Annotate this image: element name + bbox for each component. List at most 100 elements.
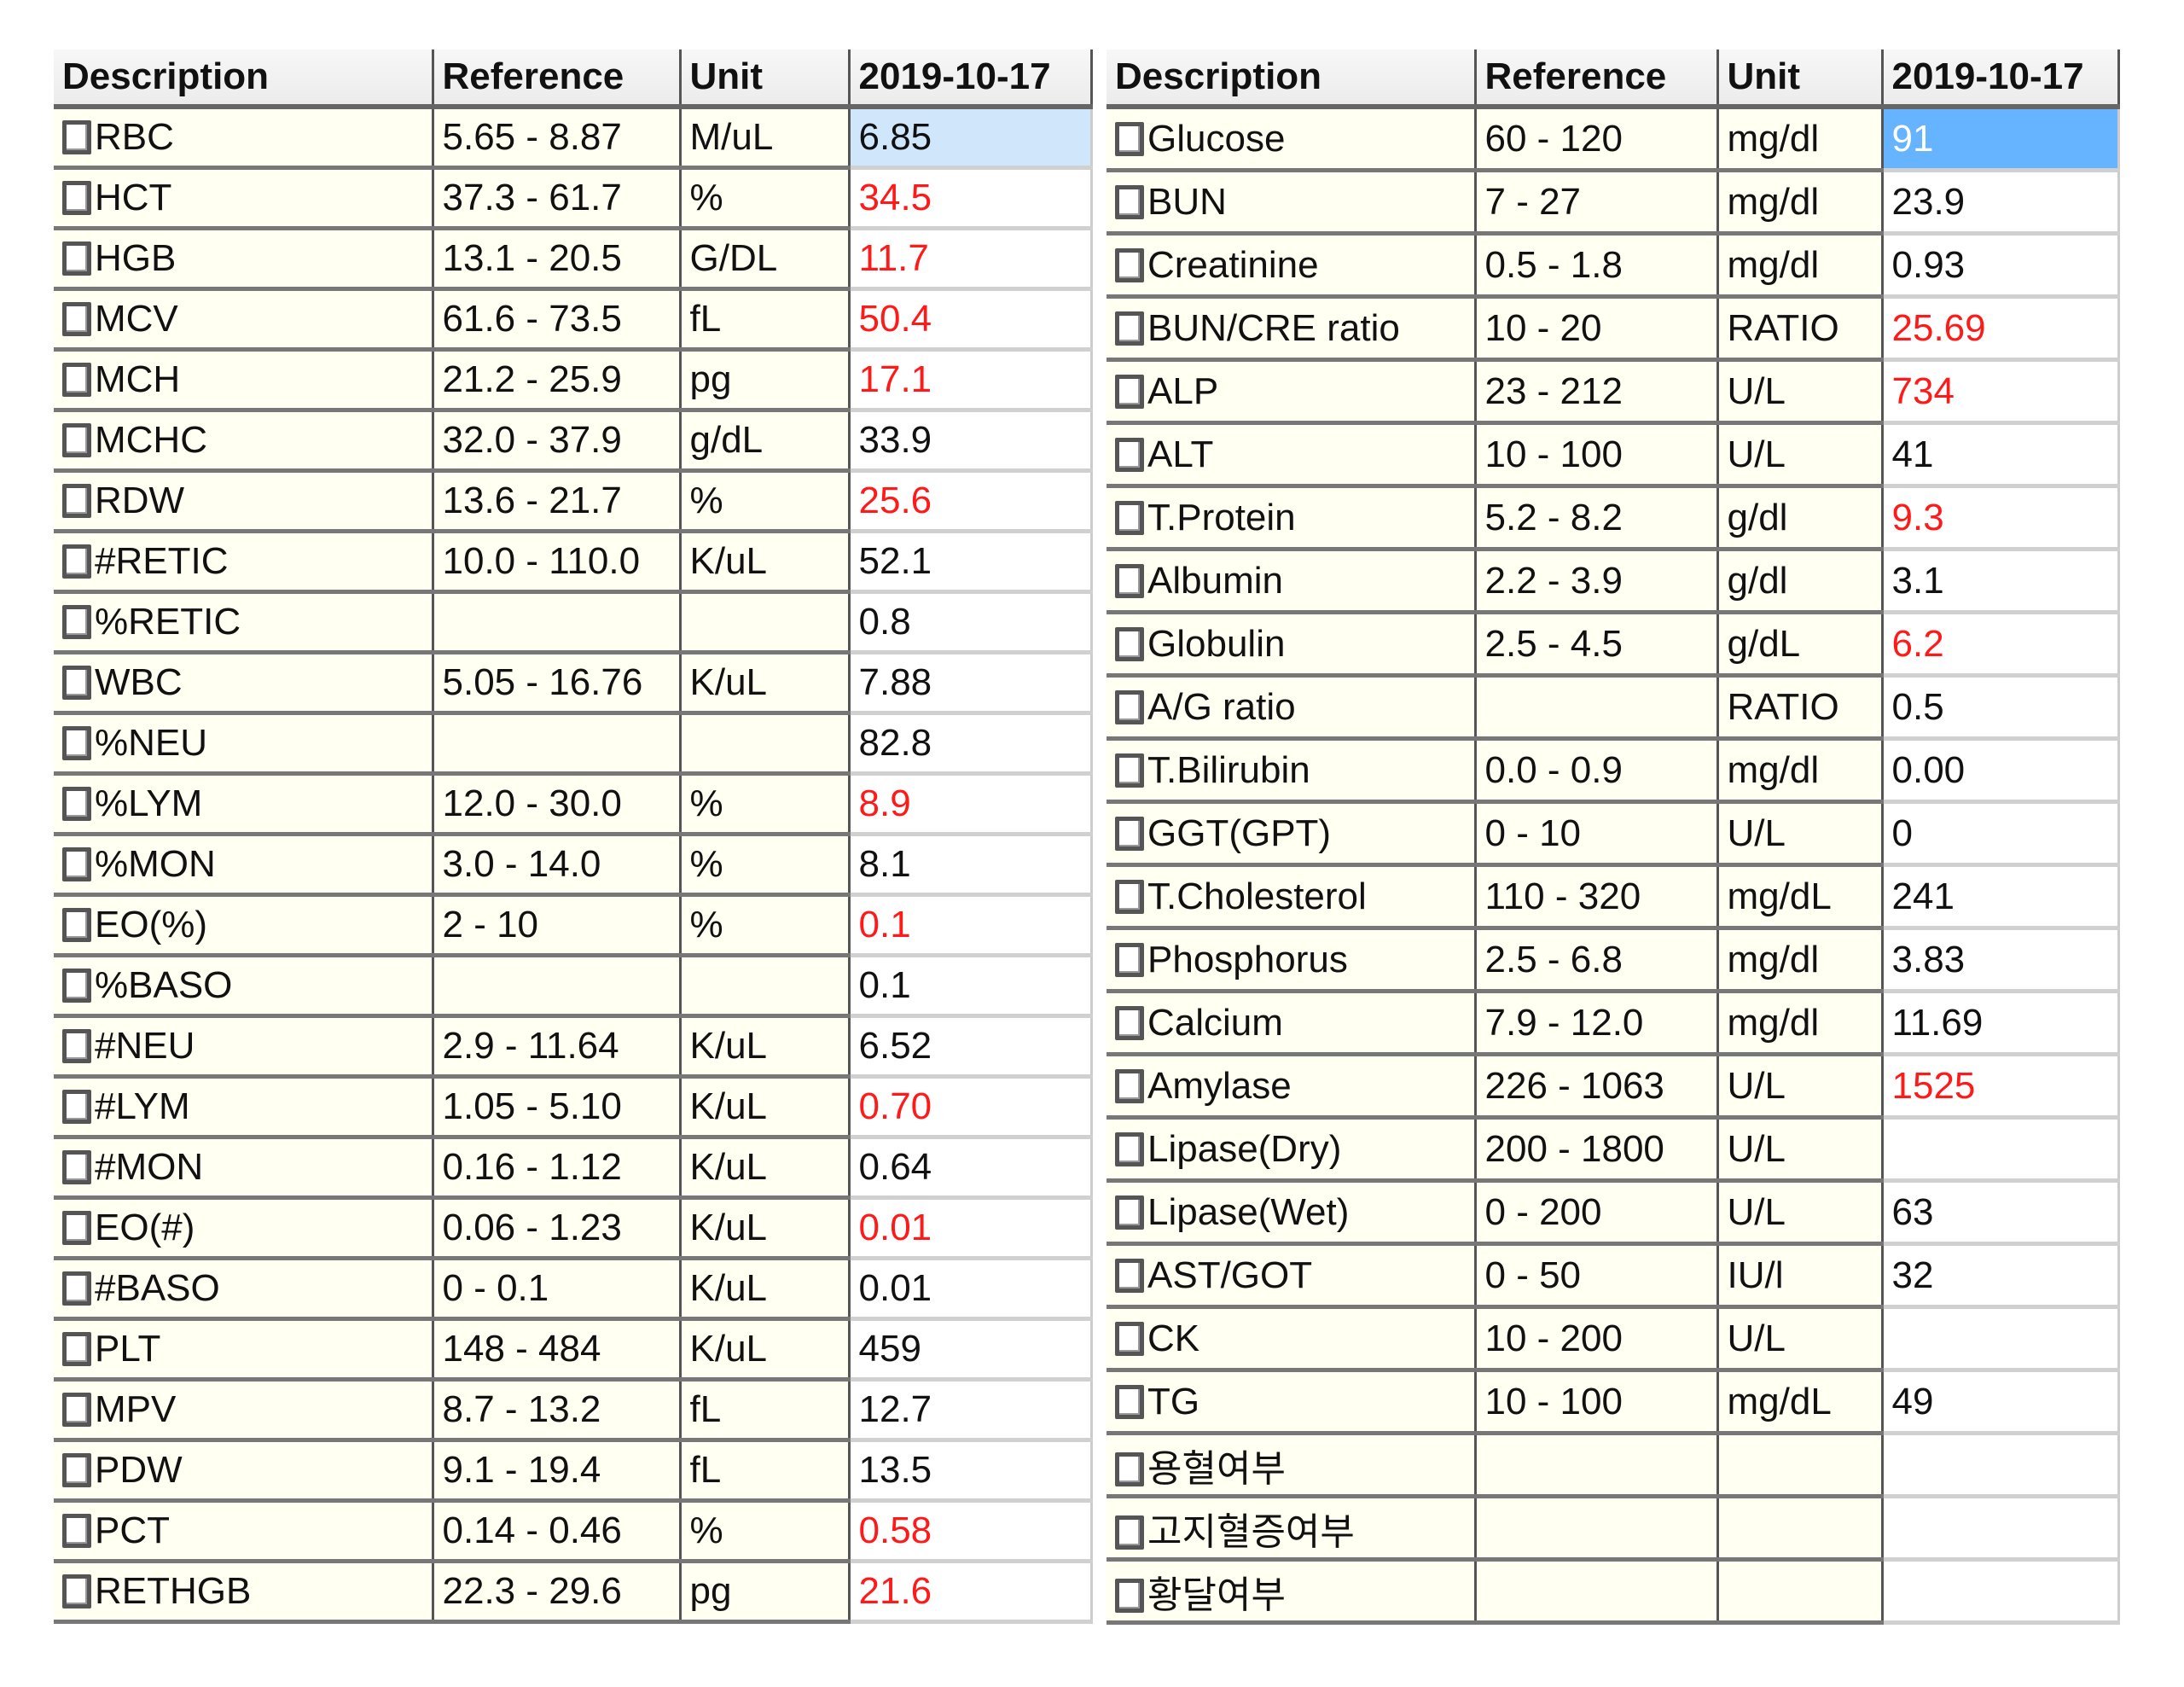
result-value-cell[interactable]: 0.8: [849, 591, 1093, 654]
description-cell[interactable]: 황달여부: [1107, 1559, 1477, 1625]
row-checkbox[interactable]: [1115, 879, 1144, 914]
row-checkbox[interactable]: [1115, 1131, 1144, 1166]
table-row[interactable]: 용혈여부: [1107, 1433, 2120, 1498]
row-checkbox[interactable]: [62, 1514, 91, 1548]
description-cell[interactable]: Creatinine: [1107, 233, 1477, 299]
result-value-cell[interactable]: [1882, 1433, 2120, 1498]
row-checkbox[interactable]: [1115, 500, 1144, 535]
table-row[interactable]: 고지혈증여부: [1107, 1496, 2120, 1562]
description-cell[interactable]: RBC: [54, 107, 434, 170]
row-checkbox[interactable]: [1115, 563, 1144, 598]
row-checkbox[interactable]: [1115, 311, 1144, 346]
result-value-cell[interactable]: 0: [1882, 801, 2120, 867]
description-cell[interactable]: WBC: [54, 652, 434, 715]
row-checkbox[interactable]: [62, 666, 91, 700]
table-row[interactable]: EO(#) 0.06 - 1.23 K/uL 0.01: [54, 1197, 1093, 1260]
result-value-cell[interactable]: 459: [849, 1318, 1093, 1382]
result-value-cell[interactable]: 6.2: [1882, 612, 2120, 678]
description-cell[interactable]: #NEU: [54, 1015, 434, 1079]
description-cell[interactable]: #RETIC: [54, 531, 434, 594]
description-cell[interactable]: ALP: [1107, 359, 1477, 425]
table-row[interactable]: Globulin 2.5 - 4.5 g/dL 6.2: [1107, 612, 2120, 678]
result-value-cell[interactable]: 3.83: [1882, 928, 2120, 993]
description-cell[interactable]: HGB: [54, 228, 434, 291]
table-row[interactable]: CK 10 - 200 U/L: [1107, 1306, 2120, 1372]
column-header-date[interactable]: 2019-10-17: [849, 49, 1093, 109]
row-checkbox[interactable]: [1115, 1578, 1144, 1613]
row-checkbox[interactable]: [62, 1393, 91, 1427]
result-value-cell[interactable]: 1525: [1882, 1054, 2120, 1120]
result-value-cell[interactable]: 0.01: [849, 1258, 1093, 1321]
description-cell[interactable]: %NEU: [54, 713, 434, 776]
result-value-cell[interactable]: 0.1: [849, 894, 1093, 957]
row-checkbox[interactable]: [62, 544, 91, 579]
description-cell[interactable]: A/G ratio: [1107, 675, 1477, 741]
table-row[interactable]: MCV 61.6 - 73.5 fL 50.4: [54, 288, 1093, 352]
row-checkbox[interactable]: [1115, 184, 1144, 219]
row-checkbox[interactable]: [1115, 437, 1144, 472]
description-cell[interactable]: Albumin: [1107, 549, 1477, 614]
row-checkbox[interactable]: [62, 302, 91, 336]
description-cell[interactable]: AST/GOT: [1107, 1243, 1477, 1309]
description-cell[interactable]: T.Protein: [1107, 486, 1477, 551]
table-row[interactable]: PLT 148 - 484 K/uL 459: [54, 1318, 1093, 1382]
column-header-unit[interactable]: Unit: [1717, 49, 1884, 109]
description-cell[interactable]: T.Bilirubin: [1107, 738, 1477, 804]
row-checkbox[interactable]: [62, 969, 91, 1003]
result-value-cell[interactable]: 241: [1882, 864, 2120, 930]
table-row[interactable]: AST/GOT 0 - 50 IU/l 32: [1107, 1243, 2120, 1309]
table-row[interactable]: WBC 5.05 - 16.76 K/uL 7.88: [54, 652, 1093, 715]
result-value-cell[interactable]: 25.69: [1882, 296, 2120, 362]
table-row[interactable]: Glucose 60 - 120 mg/dl 91: [1107, 107, 2120, 172]
result-value-cell[interactable]: [1882, 1306, 2120, 1372]
table-row[interactable]: #RETIC 10.0 - 110.0 K/uL 52.1: [54, 531, 1093, 594]
row-checkbox[interactable]: [62, 423, 91, 457]
result-value-cell[interactable]: 12.7: [849, 1379, 1093, 1442]
table-row[interactable]: RDW 13.6 - 21.7% 25.6: [54, 470, 1093, 533]
table-row[interactable]: EO(%) 2 - 10% 0.1: [54, 894, 1093, 957]
result-value-cell[interactable]: 25.6: [849, 470, 1093, 533]
row-checkbox[interactable]: [1115, 1384, 1144, 1419]
row-checkbox[interactable]: [62, 1453, 91, 1487]
description-cell[interactable]: BUN/CRE ratio: [1107, 296, 1477, 362]
description-cell[interactable]: 고지혈증여부: [1107, 1496, 1477, 1562]
table-row[interactable]: A/G ratio RATIO 0.5: [1107, 675, 2120, 741]
table-row[interactable]: Creatinine 0.5 - 1.8 mg/dl 0.93: [1107, 233, 2120, 299]
result-value-cell[interactable]: [1882, 1117, 2120, 1183]
table-row[interactable]: TG 10 - 100 mg/dL 49: [1107, 1370, 2120, 1435]
result-value-cell[interactable]: 50.4: [849, 288, 1093, 352]
description-cell[interactable]: PLT: [54, 1318, 434, 1382]
table-row[interactable]: MPV 8.7 - 13.2 fL 12.7: [54, 1379, 1093, 1442]
row-checkbox[interactable]: [1115, 1258, 1144, 1293]
description-cell[interactable]: Calcium: [1107, 991, 1477, 1056]
description-cell[interactable]: GGT(GPT): [1107, 801, 1477, 867]
description-cell[interactable]: %BASO: [54, 955, 434, 1018]
description-cell[interactable]: %RETIC: [54, 591, 434, 654]
row-checkbox[interactable]: [1115, 1068, 1144, 1103]
table-row[interactable]: Lipase(Wet) 0 - 200 U/L 63: [1107, 1180, 2120, 1246]
table-row[interactable]: T.Protein 5.2 - 8.2 g/dl 9.3: [1107, 486, 2120, 551]
description-cell[interactable]: Lipase(Dry): [1107, 1117, 1477, 1183]
row-checkbox[interactable]: [62, 605, 91, 639]
column-header-reference[interactable]: Reference: [433, 49, 682, 109]
row-checkbox[interactable]: [62, 484, 91, 518]
row-checkbox[interactable]: [62, 1090, 91, 1124]
table-row[interactable]: #LYM 1.05 - 5.10 K/uL 0.70: [54, 1076, 1093, 1139]
result-value-cell[interactable]: [1882, 1559, 2120, 1625]
description-cell[interactable]: %MON: [54, 834, 434, 897]
table-row[interactable]: GGT(GPT) 0 - 10 U/L 0: [1107, 801, 2120, 867]
table-row[interactable]: #NEU 2.9 - 11.64 K/uL 6.52: [54, 1015, 1093, 1079]
column-header-unit[interactable]: Unit: [680, 49, 851, 109]
table-row[interactable]: 황달여부: [1107, 1559, 2120, 1625]
table-row[interactable]: T.Cholesterol 110 - 320 mg/dL 241: [1107, 864, 2120, 930]
row-checkbox[interactable]: [62, 181, 91, 215]
table-row[interactable]: ALT 10 - 100 U/L 41: [1107, 422, 2120, 488]
result-value-cell[interactable]: 13.5: [849, 1440, 1093, 1503]
result-value-cell[interactable]: 21.6: [849, 1561, 1093, 1624]
result-value-cell[interactable]: 6.52: [849, 1015, 1093, 1079]
result-value-cell[interactable]: 6.85: [849, 107, 1093, 170]
result-value-cell[interactable]: 0.5: [1882, 675, 2120, 741]
row-checkbox[interactable]: [62, 241, 91, 276]
row-checkbox[interactable]: [1115, 1005, 1144, 1040]
row-checkbox[interactable]: [1115, 816, 1144, 851]
